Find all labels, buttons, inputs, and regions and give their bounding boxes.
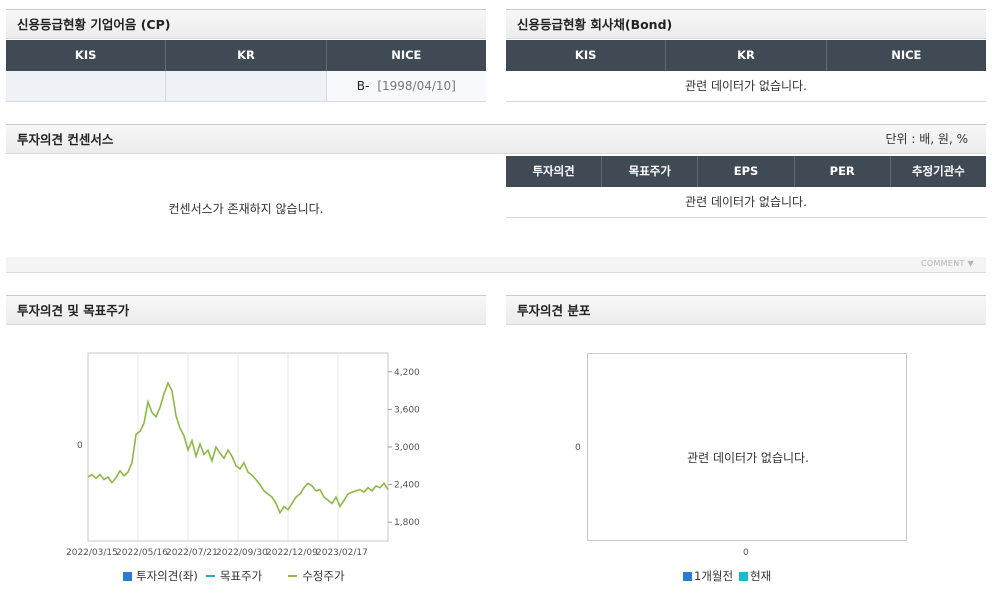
col-kr: KR [165, 40, 325, 71]
price-x-tick-label: 2022/09/30 [216, 548, 268, 558]
legend-prev: 1개월전 [694, 569, 734, 583]
legend-opinion: 투자의견(좌) [136, 569, 198, 583]
comment-bar[interactable]: COMMENT ▼ [6, 257, 986, 273]
distribution-y-tick: 0 [575, 443, 581, 453]
credit-cp-row: B- [1998/04/10] [6, 71, 486, 102]
legend-now: 현재 [750, 569, 772, 583]
distribution-plot: 관련 데이터가 없습니다. [587, 353, 907, 541]
distribution-chart-title: 투자의견 분포 [517, 303, 591, 318]
col-eps: EPS [697, 156, 793, 187]
col-nice: NICE [325, 40, 486, 71]
price-legend-line [288, 575, 298, 577]
price-x-tick-label: 2022/07/21 [166, 548, 218, 558]
distribution-legend: 1개월전 현재 [683, 568, 771, 584]
consensus-left-empty: 컨센서스가 존재하지 않습니다. [168, 202, 324, 216]
price-x-tick-label: 2022/05/16 [116, 548, 168, 558]
col-per: PER [793, 156, 890, 187]
col-target: 목표주가 [601, 156, 697, 187]
credit-cp-title: 신용등급현황 기업어음 (CP) [17, 17, 171, 32]
price-x-tick-label: 2023/02/17 [316, 548, 368, 558]
col-kis: KIS [574, 48, 597, 62]
price-x-tick-label: 2022/03/15 [66, 548, 118, 558]
consensus-title: 투자의견 컨센서스 [17, 132, 114, 147]
credit-bond-table-header: KIS KR NICE [506, 40, 986, 71]
price-y-tick-label: 1,800 [394, 518, 420, 528]
opinion-chart-legend: 투자의견(좌) 목표주가 수정주가 [123, 568, 345, 584]
now-legend-swatch [739, 571, 749, 581]
credit-bond-empty: 관련 데이터가 없습니다. [506, 71, 986, 102]
cp-kis-cell [6, 71, 165, 101]
legend-price: 수정주가 [302, 569, 345, 583]
col-institutions: 추정기관수 [889, 156, 986, 187]
price-x-tick-label: 2022/12/09 [266, 548, 318, 558]
comment-toggle[interactable]: COMMENT ▼ [921, 259, 974, 268]
consensus-empty: 관련 데이터가 없습니다. [506, 187, 986, 218]
opinion-left-tick: 0 [77, 441, 83, 451]
cp-nice-cell: B- [1998/04/10] [325, 71, 486, 101]
col-nice: NICE [825, 40, 986, 71]
price-y-tick-label: 4,200 [394, 368, 420, 378]
distribution-empty: 관련 데이터가 없습니다. [687, 451, 809, 465]
cp-nice-grade: B- [356, 79, 370, 93]
consensus-unit: 단위 : 배, 원, % [885, 132, 969, 146]
opinion-chart-title: 투자의견 및 목표주가 [17, 303, 130, 318]
distribution-chart-header: 투자의견 분포 [506, 295, 986, 325]
price-chart: 4,2003,6003,0002,4001,80002022/03/152022… [66, 352, 420, 558]
price-y-tick-label: 2,400 [394, 481, 420, 491]
col-kis: KIS [74, 48, 97, 62]
prev-legend-swatch [683, 571, 692, 581]
opinion-chart-header: 투자의견 및 목표주가 [6, 295, 486, 325]
consensus-header: 투자의견 컨센서스 단위 : 배, 원, % [6, 124, 986, 154]
opinion-chart-area: 4,200 3,600 3,000 2,400 1,800 0 2022/03/15 2022… [6, 325, 486, 595]
legend-target: 목표주가 [219, 569, 263, 583]
opinion-legend-swatch [123, 571, 132, 581]
credit-cp-table-header: KIS KR NICE [6, 40, 486, 71]
col-opinion: 투자의견 [532, 164, 575, 178]
cp-nice-date: [1998/04/10] [377, 79, 456, 93]
credit-cp-header: 신용등급현황 기업어음 (CP) [6, 9, 486, 39]
col-kr: KR [665, 40, 825, 71]
credit-bond-title: 신용등급현황 회사채(Bond) [517, 17, 673, 32]
consensus-table-header: 투자의견 목표주가 EPS PER 추정기관수 [506, 156, 986, 187]
distribution-x-tick: 0 [743, 548, 749, 558]
cp-kr-cell [165, 71, 325, 101]
price-y-tick-label: 3,600 [394, 405, 420, 415]
credit-bond-header: 신용등급현황 회사채(Bond) [506, 9, 986, 39]
price-y-tick-label: 3,000 [394, 443, 420, 453]
target-legend-line [205, 575, 215, 577]
